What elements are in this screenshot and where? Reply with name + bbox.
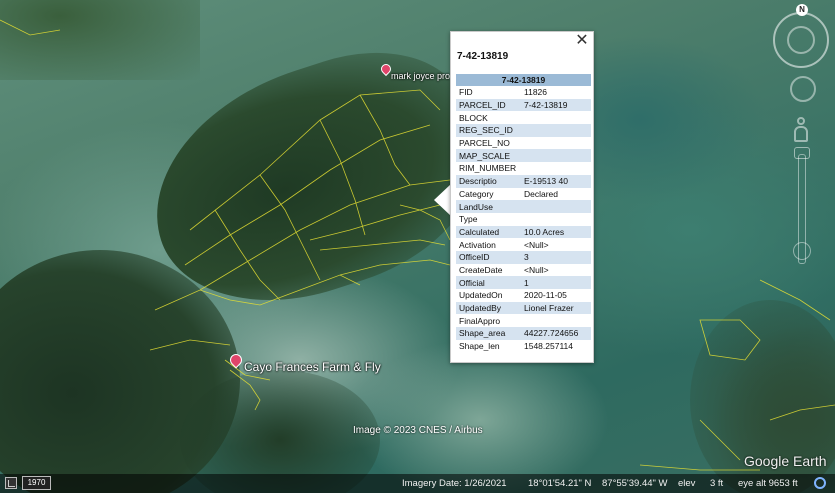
popup-title: 7-42-13819 xyxy=(457,51,509,62)
table-row: PARCEL_NO xyxy=(456,137,591,150)
table-row: UpdatedOn 2020-11-05 xyxy=(456,289,591,302)
attribute-value: Lionel Frazer xyxy=(521,301,591,315)
table-row: REG_SEC_ID xyxy=(456,124,591,137)
attribute-value xyxy=(521,213,591,226)
attribute-key: UpdatedOn xyxy=(459,290,503,301)
table-row: Descriptio E-19513 40 xyxy=(456,174,591,188)
table-row: BLOCK xyxy=(456,111,591,124)
attribute-value: <Null> xyxy=(524,239,549,250)
table-row: RIM_NUMBER xyxy=(456,162,591,175)
attribute-key: PARCEL_NO xyxy=(459,138,510,149)
table-row: Shape_area 44227.724656 xyxy=(456,327,591,340)
table-row: Shape_len 1548.257114 xyxy=(456,340,591,353)
table-row: OfficeID 3 xyxy=(456,250,591,264)
imagery-credit: Image © 2023 CNES / Airbus xyxy=(353,425,483,436)
attribute-value: Declared xyxy=(524,188,559,199)
compass-inner-ring[interactable] xyxy=(787,26,815,54)
table-row: UpdatedBy Lionel Frazer xyxy=(456,301,591,315)
attribute-value: 1548.257114 xyxy=(524,341,574,352)
table-row: PARCEL_ID 7-42-13819 xyxy=(456,98,591,112)
table-row: LandUse xyxy=(456,200,591,213)
attribute-key: Activation xyxy=(459,239,496,250)
pegman-body xyxy=(794,126,808,142)
attribute-value: 44227.724656 xyxy=(521,327,591,340)
attribute-key: Category xyxy=(459,188,494,199)
street-view-pegman-icon[interactable] xyxy=(794,117,808,145)
table-row: FinalAppro xyxy=(456,314,591,327)
attribute-value: 1 xyxy=(521,276,591,289)
attribute-value xyxy=(521,162,591,175)
zoom-slider-thumb[interactable] xyxy=(794,147,810,159)
zoom-out-icon[interactable] xyxy=(793,242,811,260)
attribute-key: UpdatedBy xyxy=(456,301,521,315)
pegman-head xyxy=(797,117,805,125)
north-indicator-icon[interactable]: N xyxy=(796,4,808,16)
table-row: MAP_SCALE xyxy=(456,149,591,163)
streaming-status-icon xyxy=(814,477,826,489)
placemark-label[interactable]: mark joyce pro xyxy=(391,71,450,81)
navigation-controls[interactable]: N xyxy=(770,2,834,272)
table-row: CreateDate <Null> xyxy=(456,264,591,277)
table-header: 7-42-13819 xyxy=(456,74,591,86)
attribute-table: 7-42-13819 FID 11826 PARCEL_ID 7-42-13819 BL… xyxy=(456,74,591,352)
imagery-date: Imagery Date: 1/26/2021 xyxy=(402,478,507,489)
attribute-key: Calculated xyxy=(456,225,521,239)
attribute-key: REG_SEC_ID xyxy=(456,124,521,137)
attribute-value xyxy=(521,200,591,213)
historical-imagery-icon[interactable] xyxy=(5,477,17,489)
attribute-key: Type xyxy=(459,214,478,225)
placemark-label[interactable]: Cayo Frances Farm & Fly xyxy=(244,360,381,374)
attribute-value: 2020-11-05 xyxy=(524,290,567,301)
attribute-key: MAP_SCALE xyxy=(456,149,521,163)
table-row: FID 11826 xyxy=(456,86,591,99)
elevation-label: elev xyxy=(678,478,696,489)
feature-info-popup: ✕ 7-42-13819 7-42-13819 FID 11826 PARCEL_I… xyxy=(450,31,594,363)
attribute-value xyxy=(521,111,591,124)
latitude-readout: 18°01'54.21" N xyxy=(528,478,592,489)
google-earth-logo: Google Earth xyxy=(744,453,827,469)
attribute-key: Shape_len xyxy=(459,341,500,352)
attribute-value xyxy=(521,124,591,137)
attribute-key: RIM_NUMBER xyxy=(459,163,517,174)
attribute-value: 10.0 Acres xyxy=(521,225,591,239)
eye-altitude: eye alt 9653 ft xyxy=(738,478,798,489)
attribute-key: BLOCK xyxy=(459,112,488,123)
look-joystick-icon[interactable] xyxy=(790,76,816,102)
table-row: Type xyxy=(456,213,591,226)
attribute-value xyxy=(521,137,591,150)
status-bar: 1970 Imagery Date: 1/26/2021 18°01'54.21… xyxy=(0,474,835,493)
attribute-value xyxy=(521,314,591,327)
attribute-value: 3 xyxy=(521,250,591,264)
close-icon[interactable]: ✕ xyxy=(575,33,589,49)
attribute-key: Shape_area xyxy=(456,327,521,340)
popup-pointer xyxy=(434,184,451,216)
attribute-key: FinalAppro xyxy=(459,315,501,326)
table-row: Calculated 10.0 Acres xyxy=(456,225,591,239)
attribute-value: <Null> xyxy=(524,264,549,275)
attribute-key: OfficeID xyxy=(456,250,521,264)
attribute-value: 7-42-13819 xyxy=(521,98,591,112)
attribute-key: PARCEL_ID xyxy=(456,98,521,112)
historical-year-button[interactable]: 1970 xyxy=(22,476,51,490)
attribute-value: E-19513 40 xyxy=(521,174,591,188)
attribute-key: LandUse xyxy=(456,200,521,213)
attribute-key: Descriptio xyxy=(456,174,521,188)
attribute-value xyxy=(521,149,591,163)
attribute-value: 11826 xyxy=(524,87,548,98)
elevation-value: 3 ft xyxy=(710,478,724,489)
attribute-key: Official xyxy=(456,276,521,289)
satellite-map[interactable]: mark joyce pro Cayo Frances Farm & Fly I… xyxy=(0,0,835,493)
attribute-key: CreateDate xyxy=(459,264,503,275)
table-row: Category Declared xyxy=(456,188,591,201)
attribute-key: FID xyxy=(459,87,473,98)
table-row: Official 1 xyxy=(456,276,591,289)
longitude-readout: 87°55'39.44" W xyxy=(602,478,668,489)
table-row: Activation <Null> xyxy=(456,238,591,251)
